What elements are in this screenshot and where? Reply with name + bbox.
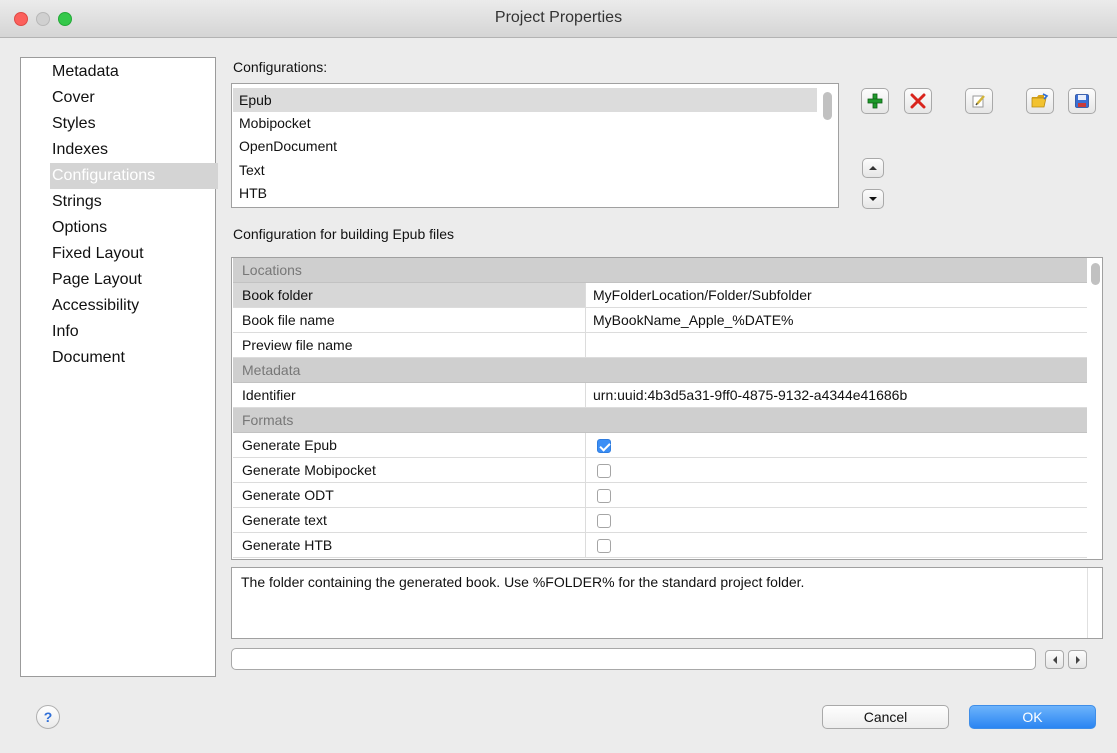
sidebar-item-document[interactable]: Document [21, 345, 215, 371]
property-row-generate-htb[interactable]: Generate HTB [233, 533, 1087, 558]
help-button[interactable]: ? [36, 705, 60, 729]
previous-button[interactable] [1045, 650, 1064, 669]
sidebar-item-page-layout[interactable]: Page Layout [21, 267, 215, 293]
sidebar-item-options[interactable]: Options [21, 215, 215, 241]
description-text: The folder containing the generated book… [241, 574, 805, 590]
property-row-book-file-name[interactable]: Book file name MyBookName_Apple_%DATE% [233, 308, 1087, 333]
title-bar: Project Properties [0, 0, 1117, 38]
property-key: Book file name [233, 308, 586, 332]
open-folder-icon [1031, 93, 1049, 108]
configurations-scrollbar[interactable] [823, 92, 832, 120]
sidebar-item-cover[interactable]: Cover [21, 85, 215, 111]
list-item[interactable]: OpenDocument [233, 134, 817, 158]
property-key: Identifier [233, 383, 586, 407]
property-key: Generate text [233, 508, 586, 532]
move-down-icon [869, 197, 877, 201]
open-configuration-button[interactable] [1026, 88, 1054, 114]
configuration-details-label: Configuration for building Epub files [233, 226, 455, 242]
property-key: Generate HTB [233, 533, 586, 557]
ok-button[interactable]: OK [969, 705, 1096, 729]
property-description: The folder containing the generated book… [231, 567, 1103, 639]
generate-odt-checkbox[interactable] [597, 489, 611, 503]
move-up-button[interactable] [862, 158, 884, 178]
property-row-preview-file-name[interactable]: Preview file name [233, 333, 1087, 358]
generate-htb-checkbox[interactable] [597, 539, 611, 553]
book-file-name-field[interactable]: MyBookName_Apple_%DATE% [587, 308, 1087, 332]
save-icon [1075, 94, 1089, 108]
category-label: Metadata [242, 362, 301, 378]
property-key: Generate ODT [233, 483, 586, 507]
property-row-generate-odt[interactable]: Generate ODT [233, 483, 1087, 508]
list-item[interactable]: Text [233, 158, 817, 182]
property-row-generate-mobipocket[interactable]: Generate Mobipocket [233, 458, 1087, 483]
description-divider [1087, 568, 1088, 638]
configurations-list[interactable]: Epub Mobipocket OpenDocument Text HTB [231, 83, 839, 208]
list-item[interactable]: Mobipocket [233, 111, 817, 135]
property-row-generate-epub[interactable]: Generate Epub [233, 433, 1087, 458]
next-button[interactable] [1068, 650, 1087, 669]
property-key: Generate Epub [233, 433, 586, 457]
edit-configuration-button[interactable] [965, 88, 993, 114]
configurations-label: Configurations: [233, 59, 328, 75]
category-label: Formats [242, 412, 294, 428]
bottom-input-field[interactable] [231, 648, 1036, 670]
identifier-field[interactable]: urn:uuid:4b3d5a31-9ff0-4875-9132-a4344e4… [587, 383, 1087, 407]
sidebar-item-info[interactable]: Info [21, 319, 215, 345]
move-down-button[interactable] [862, 189, 884, 209]
property-row-identifier[interactable]: Identifier urn:uuid:4b3d5a31-9ff0-4875-9… [233, 383, 1087, 408]
sidebar-item-fixed-layout[interactable]: Fixed Layout [21, 241, 215, 267]
window-title: Project Properties [494, 9, 623, 26]
save-configuration-button[interactable] [1068, 88, 1096, 114]
property-grid-scrollbar[interactable] [1091, 263, 1100, 285]
generate-epub-checkbox[interactable] [597, 439, 611, 453]
book-folder-field[interactable]: MyFolderLocation/Folder/Subfolder [587, 283, 1087, 307]
category-label: Locations [242, 262, 302, 278]
category-row-locations: Locations [233, 258, 1087, 283]
sidebar: Metadata Cover Styles Indexes Configurat… [20, 57, 218, 677]
property-key: Generate Mobipocket [233, 458, 586, 482]
preview-file-name-field[interactable] [587, 333, 1087, 357]
edit-icon [972, 95, 985, 108]
category-row-formats: Formats [233, 408, 1087, 433]
delete-icon [910, 93, 926, 109]
move-up-icon [869, 166, 877, 170]
sidebar-item-metadata[interactable]: Metadata [21, 59, 215, 85]
property-row-generate-text[interactable]: Generate text [233, 508, 1087, 533]
property-grid: Locations Book folder MyFolderLocation/F… [231, 257, 1103, 560]
sidebar-item-styles[interactable]: Styles [21, 111, 215, 137]
generate-mobipocket-checkbox[interactable] [597, 464, 611, 478]
add-icon [867, 93, 883, 109]
delete-configuration-button[interactable] [904, 88, 932, 114]
sidebar-item-strings[interactable]: Strings [21, 189, 215, 215]
property-row-book-folder[interactable]: Book folder MyFolderLocation/Folder/Subf… [233, 283, 1087, 308]
chevron-right-icon [1075, 655, 1080, 664]
sidebar-item-accessibility[interactable]: Accessibility [21, 293, 215, 319]
chevron-left-icon [1052, 655, 1057, 664]
sidebar-item-indexes[interactable]: Indexes [21, 137, 215, 163]
category-row-metadata: Metadata [233, 358, 1087, 383]
sidebar-item-configurations[interactable]: Configurations [50, 163, 218, 189]
property-key: Preview file name [233, 333, 586, 357]
property-key: Book folder [233, 283, 586, 307]
list-item[interactable]: HTB [233, 181, 817, 205]
add-configuration-button[interactable] [861, 88, 889, 114]
list-item[interactable]: Epub [233, 88, 817, 112]
cancel-button[interactable]: Cancel [822, 705, 949, 729]
generate-text-checkbox[interactable] [597, 514, 611, 528]
